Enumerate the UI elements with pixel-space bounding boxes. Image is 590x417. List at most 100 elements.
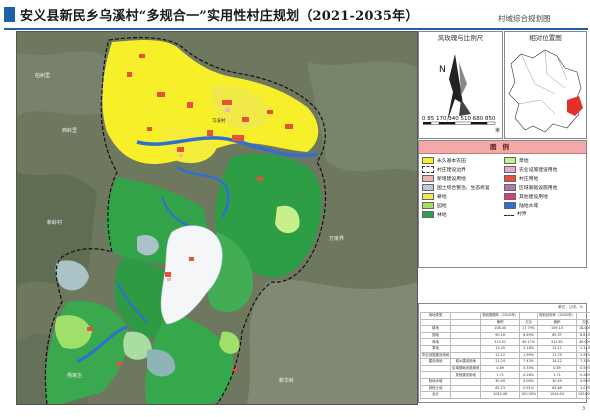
table-cell: 占比 [519,318,539,327]
table-cell: 1044.04 [537,391,577,399]
legend-swatch [504,214,514,216]
table-cell: 0.89 [480,364,521,373]
legend-item: 农业设施建设用地 [504,166,557,174]
scale-panel-title: 风玫瑰与比例尺 [437,34,484,42]
table-cell: 12.12 [480,351,521,360]
table-cell: 用地类型 [419,312,452,320]
scale-panel: 风玫瑰与比例尺 N 0 85 170 340 510 680 850 米 [418,31,503,139]
scale-numbers: 0 85 170 340 510 680 850 [422,116,496,122]
legend-item: 永久基本农田 [422,157,466,165]
terrain-patch [17,51,107,117]
scale-bar [423,121,496,125]
table-row: 耕地108.4017.79%109.1018.00%0.70 [419,325,590,333]
table-cell: 65.68 [537,384,577,393]
place-label: 新岭村 [47,219,62,226]
legend-swatch [504,175,516,182]
table-cell: 合计 [419,391,452,399]
table-cell: 49.00% [575,338,590,346]
table-cell: 49.17% [519,338,539,346]
table-cell: 0.55% [575,364,590,373]
side-panel: 风玫瑰与比例尺 N 0 85 170 340 510 680 850 米 相对位… [418,31,590,403]
place-label: 柏树里 [35,72,50,79]
table-cell [419,371,452,379]
table-cell [450,312,482,320]
legend-swatch [504,184,516,191]
table-row: 陆地水域30.494.09%30.494.09%0.00 [419,377,590,386]
legend-item: 耕地 [422,193,447,201]
table-cell: 面积 [537,318,577,327]
place-label: 万家界 [329,235,344,242]
table-cell: 1.07% [575,384,590,393]
table-cell: 占比 [575,318,590,327]
table-cell: 2.11% [575,344,590,353]
page-title: 安义县新民乡乌溪村“多规合一”实用性村庄规划（2021-2035年） [20,9,419,24]
location-panel-title: 相对位置图 [529,34,562,42]
table-row: 建设用地城乡建设用地23.247.43%14.127.33%-3.00 [419,358,590,366]
table-cell: 100.00% [575,391,590,399]
table-cell: 建设用地 [419,358,452,366]
table-cell: 65.23 [480,384,521,393]
page-subtitle: 村域综合规划图 [498,14,551,23]
table-cell: 18.00% [575,325,590,333]
table-cell: 0.28% [575,371,590,379]
legend-swatch [422,184,434,191]
table-cell: 区域基础设施用地 [450,364,482,373]
table-cell: 0.55% [519,364,539,373]
page-number: 3 [582,406,586,412]
map-canvas: 柏树里 西岭里 新岭村 万家界 新华岭 杨家庄 乌溪村 [17,32,417,404]
table-cell: 6.69% [519,331,539,340]
legend-item: 村庄用地 [504,175,538,183]
table-cell: 17.79% [519,325,539,333]
table-unit: 单位：公顷、% [558,305,583,309]
table-cell: 园地 [419,331,452,340]
table-cell: 0.91% [519,384,539,393]
legend-swatch [422,211,434,218]
legend-item: 其他建设用地 [504,193,548,201]
legend-swatch [422,166,434,173]
legend-item: 陆地水域 [504,202,538,210]
table-row: 其他土地65.230.91%65.681.07%0.85 [419,384,590,393]
table-cell: 90.16 [480,331,521,340]
table-cell: 草地 [419,344,452,353]
legend-item: 国土综合整治、生态修复 [422,184,490,192]
table-cell: 0.89 [537,364,577,373]
table-row: 园地90.166.69%89.376.61%-0.16 [419,331,590,340]
table-cell: 2.16% [519,344,539,353]
table-cell: 面积 [480,318,521,327]
table-row: 林地313.5149.17%312.6149.00%-0.99 [419,338,590,346]
table-cell: 陆地水域 [419,377,452,386]
table-cell: 109.10 [537,325,577,333]
scale-unit: 米 [495,127,500,134]
legend-swatch [422,202,434,209]
legend-item: 新增建设用地 [422,175,466,183]
table-cell: 6.61% [575,331,590,340]
table-cell [419,364,452,373]
title-underline [4,28,588,30]
table-cell: 城乡建设用地 [450,358,482,366]
wind-rose-graphic: N 0 85 170 340 510 680 850 米 [422,54,500,134]
table-cell: 312.61 [537,338,577,346]
table-cell: 4.09% [575,377,590,386]
place-label: 新华岭 [279,377,294,384]
table-cell [450,331,482,340]
north-label: N [439,65,446,75]
main-map[interactable]: 柏树里 西岭里 新岭村 万家界 新华岭 杨家庄 乌溪村 [16,31,418,405]
table-cell: 林地 [419,338,452,346]
table-cell: 农业设施建设用地 [419,351,452,360]
place-label: 杨家庄 [67,372,82,379]
table-row: 草地13.452.16%13.122.11%-0.32 [419,344,590,353]
legend-item: 林地 [422,211,447,219]
table-cell: 1.71 [537,371,577,379]
legend-item: 草地 [504,157,529,165]
table-cell: 13.45 [480,344,521,353]
table-row: 其他建设用地1.710.28%1.710.28%0.00 [419,371,590,379]
table-cell: 规划目标年（2035年） [537,312,577,320]
legend-swatch [422,175,434,182]
table-cell [519,312,539,320]
legend-title: 图例 [419,141,586,154]
wind-rose-icon [459,99,471,116]
table-cell [450,338,482,346]
table-cell: 其他土地 [419,384,452,393]
table-cell: 100.00% [519,391,539,399]
table-cell [450,344,482,353]
